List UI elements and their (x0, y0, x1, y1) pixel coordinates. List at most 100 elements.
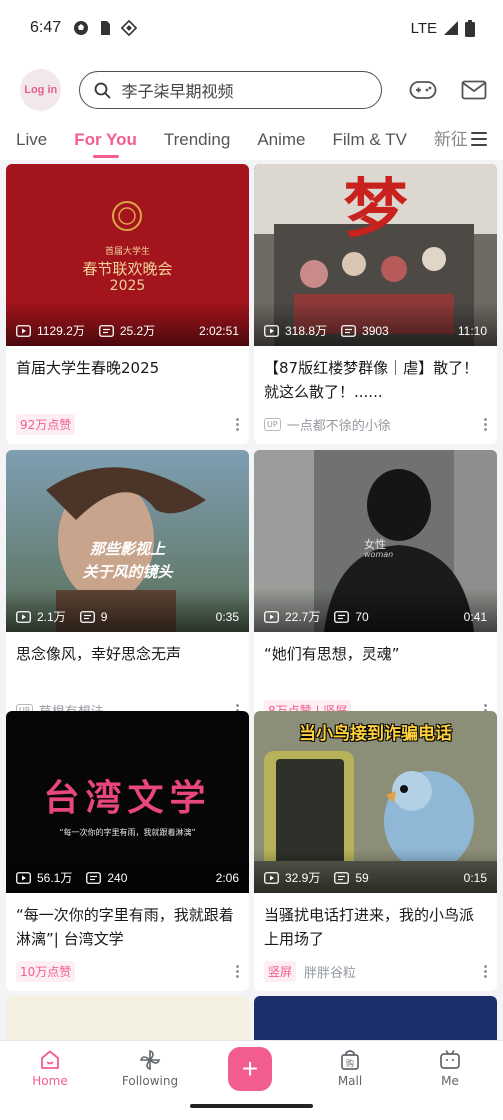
video-card-partial[interactable] (254, 996, 497, 1040)
comment-count: 3903 (362, 323, 389, 338)
thumb-title: 台湾文学 (43, 778, 212, 819)
category-tabs: Live For You Trending Anime Film & TV 新征 (0, 124, 503, 160)
battery-icon (465, 19, 475, 37)
video-duration: 2:02:51 (198, 323, 239, 338)
video-thumbnail[interactable]: 当小鸟接到诈骗电话 32.9万 59 0:15 (254, 711, 497, 893)
video-thumbnail[interactable]: 台湾文学 “每一次你的字里有雨，我就跟着淋漓” 56.1万 240 2:06 (6, 711, 249, 893)
thumb-line-3: 2025 (109, 278, 146, 294)
thumb-line-2: 关于风的镜头 (82, 563, 173, 581)
messages-button[interactable] (459, 75, 489, 105)
search-placeholder: 李子柒早期视频 (121, 82, 234, 101)
video-title[interactable]: 思念像风，幸好思念无声 (6, 632, 249, 690)
video-thumbnail[interactable]: 那些影视上 关于风的镜头 2.1万 9 0:35 (6, 450, 249, 632)
video-card[interactable]: 那些影视上 关于风的镜头 2.1万 9 0:35 思念像风，幸好思念无声 UP … (6, 450, 249, 730)
comment-count: 70 (355, 609, 369, 624)
home-icon (41, 1050, 59, 1069)
home-indicator[interactable] (190, 1104, 313, 1108)
nav-mall[interactable]: 购 Mall (300, 1049, 400, 1088)
video-duration: 0:35 (215, 609, 239, 624)
video-card-partial[interactable] (6, 996, 249, 1040)
video-card[interactable]: 女性 woman 22.7万 70 0:41 “她们有思想，灵魂” 8万点赞 |… (254, 450, 497, 730)
thumb-line-2: woman (364, 550, 394, 559)
more-options-icon[interactable] (483, 964, 487, 978)
nav-me[interactable]: Me (400, 1049, 500, 1088)
mail-icon (461, 80, 487, 100)
game-center-button[interactable] (408, 75, 438, 105)
video-thumbnail[interactable]: 梦 318.8万 3903 11:10 (254, 164, 497, 346)
gesture-area (0, 1096, 503, 1120)
tab-anime[interactable]: Anime (257, 124, 305, 160)
thumb-title: 梦 (343, 172, 408, 247)
nav-home[interactable]: Home (0, 1049, 100, 1088)
shopping-bag-icon: 购 (341, 1050, 359, 1070)
view-count: 2.1万 (37, 610, 66, 624)
video-stats: 318.8万 3903 11:10 (264, 322, 487, 339)
video-card[interactable]: 台湾文学 “每一次你的字里有雨，我就跟着淋漓” 56.1万 240 2:06 “… (6, 711, 249, 991)
danmaku-icon (79, 610, 95, 623)
danmaku-icon (334, 871, 350, 884)
tab-for-you[interactable]: For You (74, 124, 137, 160)
tab-trending[interactable]: Trending (164, 124, 230, 160)
thumb-subtitle: “每一次你的字里有雨，我就跟着淋漓” (59, 828, 196, 837)
more-options-icon[interactable] (235, 417, 239, 431)
video-title[interactable]: 首届大学生春晚2025 (6, 346, 249, 404)
likes-badge: 92万点赞 (16, 413, 76, 435)
svg-text:购: 购 (346, 1058, 354, 1068)
video-title[interactable]: “她们有思想，灵魂” (254, 632, 497, 690)
uploader-name[interactable]: 一点都不徐的小徐 (287, 415, 391, 434)
search-input[interactable]: 李子柒早期视频 (79, 71, 382, 109)
nav-mall-label: Mall (337, 1074, 363, 1088)
video-card[interactable]: 当小鸟接到诈骗电话 32.9万 59 0:15 当骚扰电话打进来，我的小鸟派上用… (254, 711, 497, 991)
video-title[interactable]: 【87版红楼梦群像｜虐】散了！就这么散了！...... (254, 346, 497, 404)
comment-count: 59 (355, 870, 369, 885)
view-count: 318.8万 (285, 324, 328, 338)
danmaku-icon (334, 610, 350, 623)
likes-badge: 10万点赞 (16, 960, 76, 982)
video-thumbnail[interactable]: 女性 woman 22.7万 70 0:41 (254, 450, 497, 632)
bottom-navigation: Home Following + 购 Mall Me (0, 1040, 503, 1096)
video-stats: 32.9万 59 0:15 (264, 869, 487, 886)
video-duration: 0:41 (463, 609, 487, 624)
nav-following[interactable]: Following (100, 1049, 200, 1088)
more-options-icon[interactable] (235, 964, 239, 978)
video-stats: 56.1万 240 2:06 (16, 869, 239, 886)
status-bar: 6:47 LTE (0, 0, 503, 56)
video-title[interactable]: “每一次你的字里有雨，我就跟着淋漓”| 台湾文学 (6, 893, 249, 951)
login-button[interactable]: Log in (20, 69, 62, 111)
view-count: 22.7万 (285, 610, 321, 624)
soccer-icon (74, 21, 89, 35)
nav-publish[interactable]: + (200, 1046, 300, 1091)
nav-following-label: Following (121, 1074, 179, 1088)
top-header: Log in 李子柒早期视频 (0, 56, 503, 124)
video-duration: 0:15 (463, 870, 487, 885)
uploader-icon: UP (264, 417, 281, 431)
search-icon (95, 82, 111, 98)
more-options-icon[interactable] (483, 417, 487, 431)
tab-live[interactable]: Live (16, 124, 47, 160)
status-time: 6:47 (30, 19, 62, 36)
comment-count: 25.2万 (119, 324, 156, 338)
video-feed: 首届大学生 春节联欢晚会 2025 1129.2万 25.2万 2:02:51 … (0, 160, 503, 1040)
tv-icon (440, 1050, 460, 1069)
video-stats: 1129.2万 25.2万 2:02:51 (16, 322, 239, 339)
play-count-icon (264, 871, 279, 884)
video-title[interactable]: 当骚扰电话打进来，我的小鸟派上用场了 (254, 893, 497, 951)
video-duration: 11:10 (457, 323, 487, 338)
uploader-name[interactable]: 胖胖谷粒 (304, 962, 356, 981)
danmaku-icon (341, 324, 356, 337)
plus-icon: + (228, 1046, 272, 1091)
comment-count: 9 (100, 609, 108, 624)
tab-new[interactable]: 新征 (434, 124, 468, 160)
video-card[interactable]: 首届大学生 春节联欢晚会 2025 1129.2万 25.2万 2:02:51 … (6, 164, 249, 444)
tab-film-tv[interactable]: Film & TV (333, 124, 407, 160)
view-count: 1129.2万 (37, 324, 85, 338)
sd-card-icon (101, 21, 111, 35)
signal-icon (444, 21, 458, 35)
danmaku-icon (86, 871, 102, 884)
video-thumbnail[interactable]: 首届大学生 春节联欢晚会 2025 1129.2万 25.2万 2:02:51 (6, 164, 249, 346)
play-count-icon (264, 610, 279, 623)
vpn-diamond-icon (121, 20, 138, 36)
view-count: 56.1万 (37, 871, 73, 885)
video-card[interactable]: 梦 318.8万 3903 11:10 【87版红楼梦群像｜虐】散了！就这么散了… (254, 164, 497, 444)
tabs-menu-icon[interactable] (471, 132, 487, 148)
